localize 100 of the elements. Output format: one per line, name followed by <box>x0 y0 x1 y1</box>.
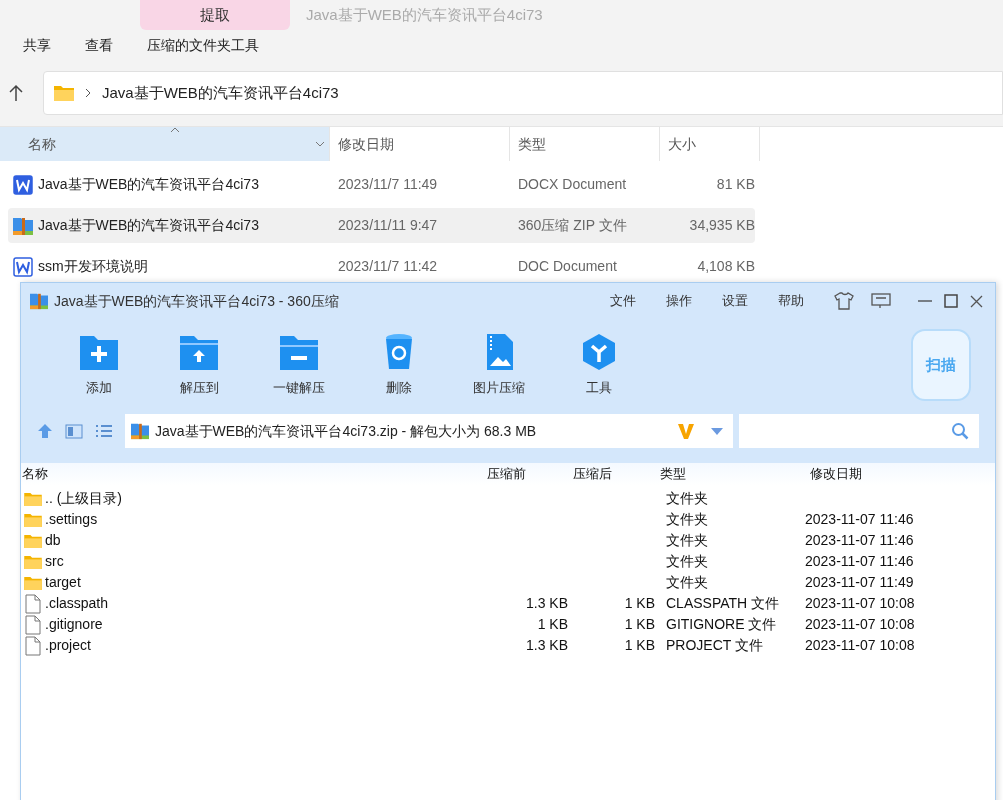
size-before: 1.3 KB <box>525 637 568 653</box>
file-name: .settings <box>45 510 98 529</box>
toolbar-button[interactable]: 一键解压 <box>249 332 349 398</box>
toolbar-button[interactable]: 图片压缩 <box>449 332 549 398</box>
file-row[interactable]: Java基于WEB的汽车资讯平台4ci73 2023/11/11 9:47 360压缩 ZIP 文件 34,935 KB <box>8 208 755 243</box>
column-header[interactable]: 修改日期 <box>330 127 510 161</box>
size-before: 1 KB <box>537 616 568 632</box>
folder-icon <box>24 575 42 590</box>
archive-path-field[interactable]: Java基于WEB的汽车资讯平台4ci73.zip - 解包大小为 68.3 MB <box>125 414 733 448</box>
archive-path: Java基于WEB的汽车资讯平台4ci73.zip - 解包大小为 68.3 MB <box>155 421 537 441</box>
column-header[interactable]: 名称 <box>21 464 486 484</box>
column-header[interactable]: 修改日期 <box>810 464 960 484</box>
ribbon-tab[interactable]: 查看 <box>85 34 113 56</box>
modified-date: 2023/11/7 11:49 <box>337 175 439 194</box>
search-icon <box>951 422 969 440</box>
file-name: target <box>45 573 81 592</box>
size-before: 1.3 KB <box>525 595 568 611</box>
toolbar-button[interactable]: 解压到 <box>149 332 249 398</box>
column-header[interactable]: 压缩前 <box>486 464 573 484</box>
archive-row[interactable]: src 文件夹 2023-11-07 11:46 <box>21 551 995 572</box>
modified-date: 2023-11-07 11:49 <box>805 574 914 590</box>
file-type: DOC Document <box>517 257 618 276</box>
maximize-icon[interactable] <box>944 294 958 308</box>
ribbon-tab[interactable]: 共享 <box>23 34 51 56</box>
up-arrow-icon[interactable] <box>8 84 24 102</box>
message-icon[interactable] <box>871 293 891 309</box>
file-icon <box>25 593 41 614</box>
archive-row[interactable]: .. (上级目录) 文件夹 <box>21 488 995 509</box>
file-size: 4,108 KB <box>696 257 755 276</box>
address-path: Java基于WEB的汽车资讯平台4ci73 <box>102 82 339 103</box>
word-document-icon <box>13 256 33 277</box>
close-icon[interactable] <box>970 294 983 308</box>
file-type: GITIGNORE 文件 <box>666 616 777 632</box>
folder-icon <box>24 512 42 527</box>
search-field[interactable] <box>739 414 979 448</box>
archive-row[interactable]: .gitignore 1 KB 1 KB GITIGNORE 文件 2023-11-07 10:08 <box>21 614 995 635</box>
archive-icon <box>131 422 149 440</box>
file-name: .. (上级目录) <box>45 489 122 508</box>
column-header[interactable]: 类型 <box>510 127 660 161</box>
modified-date: 2023/11/7 11:42 <box>337 257 439 276</box>
file-type: CLASSPATH 文件 <box>666 595 780 611</box>
size-after: 1 KB <box>624 616 655 632</box>
file-type: 文件夹 <box>666 490 708 506</box>
file-type: 文件夹 <box>666 574 708 590</box>
toolbar-button[interactable]: 删除 <box>349 332 449 398</box>
archive-row[interactable]: .project 1.3 KB 1 KB PROJECT 文件 2023-11-07 10:08 <box>21 635 995 656</box>
file-name: Java基于WEB的汽车资讯平台4ci73 <box>38 216 259 235</box>
toolbar-button[interactable]: 工具 <box>549 332 649 398</box>
file-name: ssm开发环境说明 <box>38 257 148 276</box>
archive-icon <box>30 292 48 310</box>
modified-date: 2023-11-07 11:46 <box>805 532 914 548</box>
archive-row[interactable]: db 文件夹 2023-11-07 11:46 <box>21 530 995 551</box>
file-icon <box>25 635 41 656</box>
file-type: 360压缩 ZIP 文件 <box>517 216 628 235</box>
address-bar[interactable]: Java基于WEB的汽车资讯平台4ci73 <box>43 71 1003 115</box>
archive-row[interactable]: target 文件夹 2023-11-07 11:49 <box>21 572 995 593</box>
archive-row[interactable]: .settings 文件夹 2023-11-07 11:46 <box>21 509 995 530</box>
menu-item[interactable]: 文件 <box>610 291 636 311</box>
file-type: PROJECT 文件 <box>666 637 763 653</box>
archive-row[interactable]: .classpath 1.3 KB 1 KB CLASSPATH 文件 2023-11-07 10:08 <box>21 593 995 614</box>
file-type: 文件夹 <box>666 511 708 527</box>
modified-date: 2023/11/11 9:47 <box>337 216 439 235</box>
archive-icon <box>13 215 33 236</box>
file-row[interactable]: ssm开发环境说明 2023/11/7 11:42 DOC Document 4,108 KB <box>8 249 755 284</box>
folder-icon <box>24 533 42 548</box>
folder-icon <box>24 491 42 506</box>
folder-icon <box>54 85 74 101</box>
word-document-icon <box>13 174 33 195</box>
size-after: 1 KB <box>624 637 655 653</box>
modified-date: 2023-11-07 10:08 <box>805 616 915 632</box>
file-icon <box>25 614 41 635</box>
folder-icon <box>24 554 42 569</box>
thumbnail-view-icon[interactable] <box>65 423 83 439</box>
list-view-icon[interactable] <box>95 424 113 438</box>
ribbon-tab[interactable]: 压缩的文件夹工具 <box>147 34 259 56</box>
file-type: DOCX Document <box>517 175 628 194</box>
shirt-icon[interactable] <box>834 292 854 310</box>
column-header[interactable]: 类型 <box>660 464 810 484</box>
sort-ascending-icon <box>170 127 180 133</box>
dropdown-caret-icon[interactable] <box>315 141 325 147</box>
file-name: Java基于WEB的汽车资讯平台4ci73 <box>38 175 259 194</box>
column-header[interactable]: 大小 <box>660 127 760 161</box>
file-name: .gitignore <box>45 615 103 634</box>
v-logo-icon <box>677 422 695 440</box>
window-title: Java基于WEB的汽车资讯平台4ci73 <box>306 4 543 25</box>
contextual-tab[interactable]: 提取 <box>140 0 290 30</box>
toolbar-button[interactable]: 添加 <box>49 332 149 398</box>
chevron-right-icon <box>84 88 92 98</box>
column-header[interactable]: 名称 <box>0 127 330 161</box>
menu-item[interactable]: 帮助 <box>778 291 804 311</box>
file-type: 文件夹 <box>666 553 708 569</box>
file-name: db <box>45 531 61 550</box>
menu-item[interactable]: 设置 <box>722 291 748 311</box>
file-name: src <box>45 552 64 571</box>
column-header[interactable]: 压缩后 <box>573 464 660 484</box>
dropdown-caret-icon[interactable] <box>711 427 723 435</box>
menu-item[interactable]: 操作 <box>666 291 692 311</box>
file-row[interactable]: Java基于WEB的汽车资讯平台4ci73 2023/11/7 11:49 DOCX Document 81 KB <box>8 167 755 202</box>
window-title: Java基于WEB的汽车资讯平台4ci73 - 360压缩 <box>54 291 339 311</box>
size-after: 1 KB <box>624 595 655 611</box>
